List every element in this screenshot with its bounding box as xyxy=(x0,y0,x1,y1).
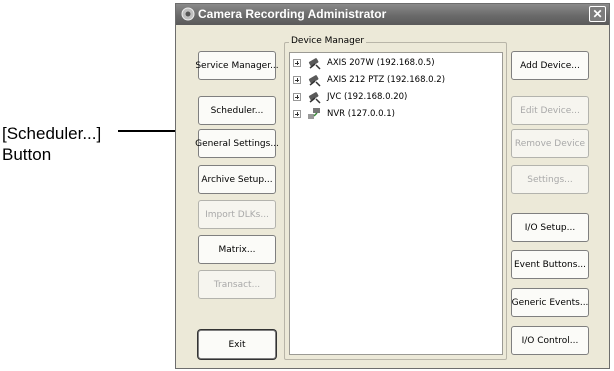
close-icon[interactable]: ✕ xyxy=(589,6,606,22)
device-label: AXIS 207W (192.168.0.5) xyxy=(327,58,435,68)
exit-button[interactable]: Exit xyxy=(198,330,276,359)
io-setup-button[interactable]: I/O Setup... xyxy=(511,213,589,242)
edit-device-button[interactable]: Edit Device... xyxy=(511,96,589,125)
callout-title: [Scheduler...] xyxy=(2,124,102,143)
import-dlks-button[interactable]: Import DLKs... xyxy=(198,200,276,229)
matrix-button[interactable]: Matrix... xyxy=(198,235,276,264)
tree-item-device[interactable]: NVR (127.0.0.1) xyxy=(293,106,395,122)
camera-app-icon xyxy=(181,7,195,21)
tree-item-device[interactable]: AXIS 207W (192.168.0.5) xyxy=(293,55,435,71)
nvr-icon xyxy=(308,108,320,119)
expand-icon[interactable] xyxy=(293,110,301,118)
device-label: JVC (192.168.0.20) xyxy=(327,92,408,102)
expand-icon[interactable] xyxy=(293,93,301,101)
add-device-button[interactable]: Add Device... xyxy=(511,51,589,80)
io-control-button[interactable]: I/O Control... xyxy=(511,326,589,355)
device-tree[interactable]: AXIS 207W (192.168.0.5) AXIS 212 PTZ (19… xyxy=(289,52,503,355)
camera-icon xyxy=(308,75,321,87)
settings-button[interactable]: Settings... xyxy=(511,165,589,194)
callout-subtitle: Button xyxy=(2,145,52,164)
device-label: NVR (127.0.0.1) xyxy=(327,109,395,119)
window-title: Camera Recording Administrator xyxy=(198,7,387,21)
event-buttons-button[interactable]: Event Buttons... xyxy=(511,250,589,279)
scheduler-callout: [Scheduler...] Button xyxy=(2,123,101,165)
device-manager-label: Device Manager xyxy=(289,36,367,46)
generic-events-button[interactable]: Generic Events... xyxy=(511,288,589,317)
service-manager-button[interactable]: Service Manager... xyxy=(195,51,279,80)
archive-setup-button[interactable]: Archive Setup... xyxy=(198,165,276,194)
transact-button[interactable]: Transact... xyxy=(198,270,276,299)
general-settings-button[interactable]: General Settings... xyxy=(195,129,279,158)
title-bar[interactable]: Camera Recording Administrator ✕ xyxy=(176,4,609,25)
scheduler-button[interactable]: Scheduler... xyxy=(198,96,276,125)
camera-recording-admin-window: Camera Recording Administrator ✕ Service… xyxy=(175,3,610,369)
tree-item-device[interactable]: JVC (192.168.0.20) xyxy=(293,89,407,105)
expand-icon[interactable] xyxy=(293,59,301,67)
device-label: AXIS 212 PTZ (192.168.0.2) xyxy=(327,75,446,85)
camera-icon xyxy=(308,58,321,70)
expand-icon[interactable] xyxy=(293,76,301,84)
remove-device-button[interactable]: Remove Device xyxy=(511,129,589,158)
tree-item-device[interactable]: AXIS 212 PTZ (192.168.0.2) xyxy=(293,72,445,88)
camera-icon xyxy=(308,92,321,104)
